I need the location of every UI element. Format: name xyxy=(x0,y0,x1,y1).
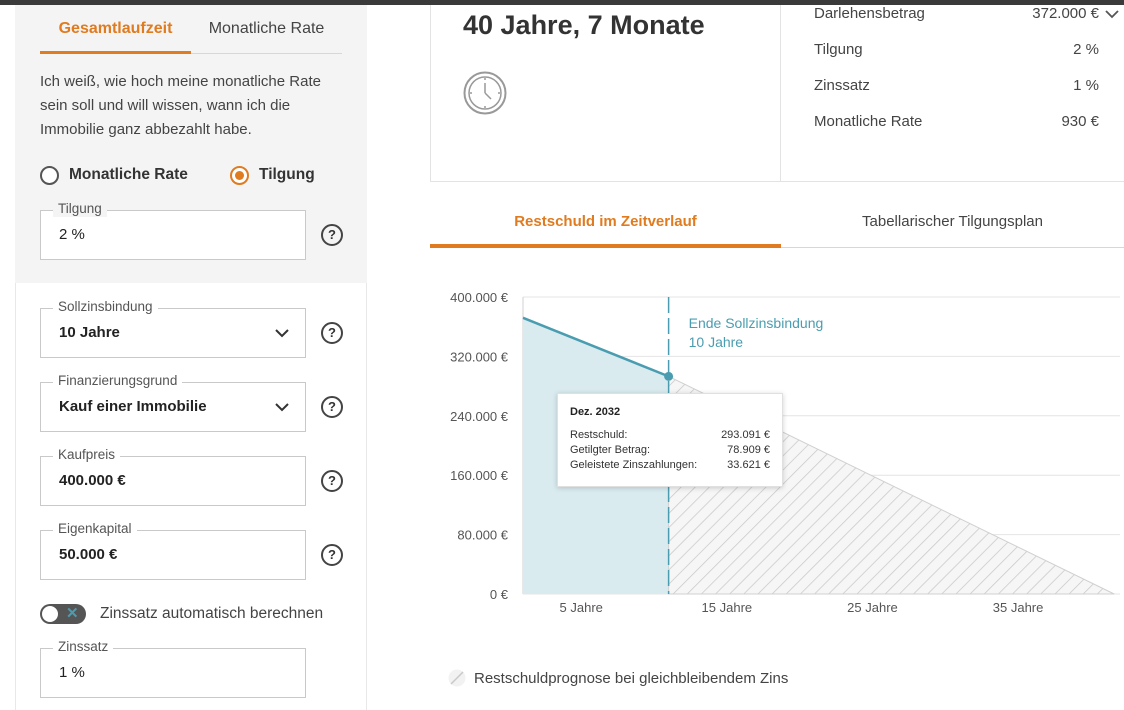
clock-icon xyxy=(463,71,507,115)
tooltip-row: Getilgter Betrag: 78.909 € xyxy=(570,444,770,458)
tab-gesamtlaufzeit[interactable]: Gesamtlaufzeit xyxy=(40,14,191,54)
toggle-label: Zinssatz automatisch berechnen xyxy=(100,605,324,622)
tooltip-value: 293.091 € xyxy=(721,429,770,441)
summary-key: Monatliche Rate xyxy=(814,113,923,130)
eigenkapital-input[interactable]: Eigenkapital 50.000 € xyxy=(40,521,306,580)
chevron-down-icon xyxy=(275,403,289,412)
radio-label: Tilgung xyxy=(259,166,315,183)
tilgung-field[interactable]: Tilgung 2 % xyxy=(40,201,306,260)
field-value: 400.000 € xyxy=(59,472,126,489)
field-value: 2 % xyxy=(59,226,85,243)
tooltip-key: Geleistete Zinszahlungen: xyxy=(570,459,698,471)
total-duration: 40 Jahre, 7 Monate xyxy=(463,10,705,40)
field-value: 10 Jahre xyxy=(59,324,120,341)
tooltip-key: Getilgter Betrag: xyxy=(570,444,651,456)
tooltip-row: Geleistete Zinszahlungen: 33.621 € xyxy=(570,459,770,473)
summary-row: Zinssatz 1 % xyxy=(814,77,1099,97)
chart-tooltip: Dez. 2032 Restschuld: 293.091 € Getilgte… xyxy=(557,393,783,487)
mode-description: Ich weiß, wie hoch meine monatliche Rate… xyxy=(40,73,321,138)
tab-monatliche-rate[interactable]: Monatliche Rate xyxy=(191,14,342,54)
help-icon[interactable]: ? xyxy=(321,396,343,418)
tab-tilgungsplan[interactable]: Tabellarischer Tilgungsplan xyxy=(781,202,1124,248)
tooltip-title: Dez. 2032 xyxy=(570,406,621,418)
radio-monatliche-rate[interactable]: Monatliche Rate xyxy=(40,164,188,186)
field-value: 1 % xyxy=(59,664,85,681)
radio-button-checked[interactable] xyxy=(230,165,249,185)
finanzierungsgrund-select[interactable]: Finanzierungsgrund Kauf einer Immobilie xyxy=(40,373,306,432)
chevron-down-icon[interactable] xyxy=(1105,7,1119,21)
chart-legend: Restschuldprognose bei gleichbleibendem … xyxy=(448,667,788,689)
kaufpreis-input[interactable]: Kaufpreis 400.000 € xyxy=(40,447,306,506)
summary-row: Monatliche Rate 930 € xyxy=(814,113,1099,133)
x-tick-label: 5 Jahre xyxy=(560,600,603,615)
tooltip-row: Restschuld: 293.091 € xyxy=(570,429,770,443)
radio-label: Monatliche Rate xyxy=(69,166,188,183)
x-tick-label: 35 Jahre xyxy=(993,600,1044,615)
tooltip-value: 78.909 € xyxy=(727,444,770,456)
close-icon: ✕ xyxy=(66,605,79,622)
summary-row[interactable]: Darlehensbetrag 372.000 € xyxy=(814,5,1119,25)
help-icon[interactable]: ? xyxy=(321,544,343,566)
x-tick-label: 15 Jahre xyxy=(702,600,753,615)
left-margin xyxy=(0,5,15,710)
help-icon[interactable]: ? xyxy=(321,224,343,246)
tooltip-value: 33.621 € xyxy=(727,459,770,471)
summary-row: Tilgung 2 % xyxy=(814,41,1099,61)
zinssatz-auto-toggle[interactable]: ✕ xyxy=(40,604,86,624)
chart-view-tabs: Restschuld im Zeitverlauf Tabellarischer… xyxy=(430,202,1124,248)
field-label: Finanzierungsgrund xyxy=(53,373,183,389)
field-value: Kauf einer Immobilie xyxy=(59,398,207,415)
y-tick-label: 160.000 € xyxy=(450,468,509,483)
field-label: Eigenkapital xyxy=(53,521,137,537)
y-tick-label: 0 € xyxy=(490,587,509,602)
zinssatz-auto-toggle-row: ✕ Zinssatz automatisch berechnen xyxy=(40,603,323,625)
field-label: Tilgung xyxy=(53,201,107,217)
field-value: 50.000 € xyxy=(59,546,118,563)
radio-button-unchecked[interactable] xyxy=(40,165,59,185)
toggle-knob xyxy=(42,606,58,622)
annotation-label: Ende Sollzinsbindung xyxy=(689,315,824,331)
zinssatz-input[interactable]: Zinssatz 1 % xyxy=(40,639,306,698)
radio-tilgung[interactable]: Tilgung xyxy=(230,164,315,186)
summary-value: 1 % xyxy=(1073,77,1099,94)
x-tick-label: 25 Jahre xyxy=(847,600,898,615)
hatch-swatch-icon xyxy=(448,669,466,687)
summary-value: 930 € xyxy=(1061,113,1099,130)
summary-value: 2 % xyxy=(1073,41,1099,58)
tab-restschuld[interactable]: Restschuld im Zeitverlauf xyxy=(430,202,781,248)
summary-key: Darlehensbetrag xyxy=(814,5,925,22)
sollzinsbindung-select[interactable]: Sollzinsbindung 10 Jahre xyxy=(40,299,306,358)
annotation-label: 10 Jahre xyxy=(689,334,744,350)
y-tick-label: 400.000 € xyxy=(450,290,509,305)
legend-label: Restschuldprognose bei gleichbleibendem … xyxy=(474,669,789,687)
summary-key: Tilgung xyxy=(814,41,863,58)
summary-value: 372.000 € xyxy=(1032,5,1099,22)
field-label: Kaufpreis xyxy=(53,447,121,463)
y-tick-label: 320.000 € xyxy=(450,349,509,364)
tooltip-key: Restschuld: xyxy=(570,429,628,441)
data-point xyxy=(664,371,674,381)
help-icon[interactable]: ? xyxy=(321,470,343,492)
field-label: Sollzinsbindung xyxy=(53,299,158,315)
y-tick-label: 240.000 € xyxy=(450,409,509,424)
help-icon[interactable]: ? xyxy=(321,322,343,344)
summary-key: Zinssatz xyxy=(814,77,870,94)
chevron-down-icon xyxy=(275,329,289,338)
y-tick-label: 80.000 € xyxy=(457,528,508,543)
calc-mode-tabs: Gesamtlaufzeit Monatliche Rate xyxy=(40,14,342,54)
field-label: Zinssatz xyxy=(53,639,114,655)
